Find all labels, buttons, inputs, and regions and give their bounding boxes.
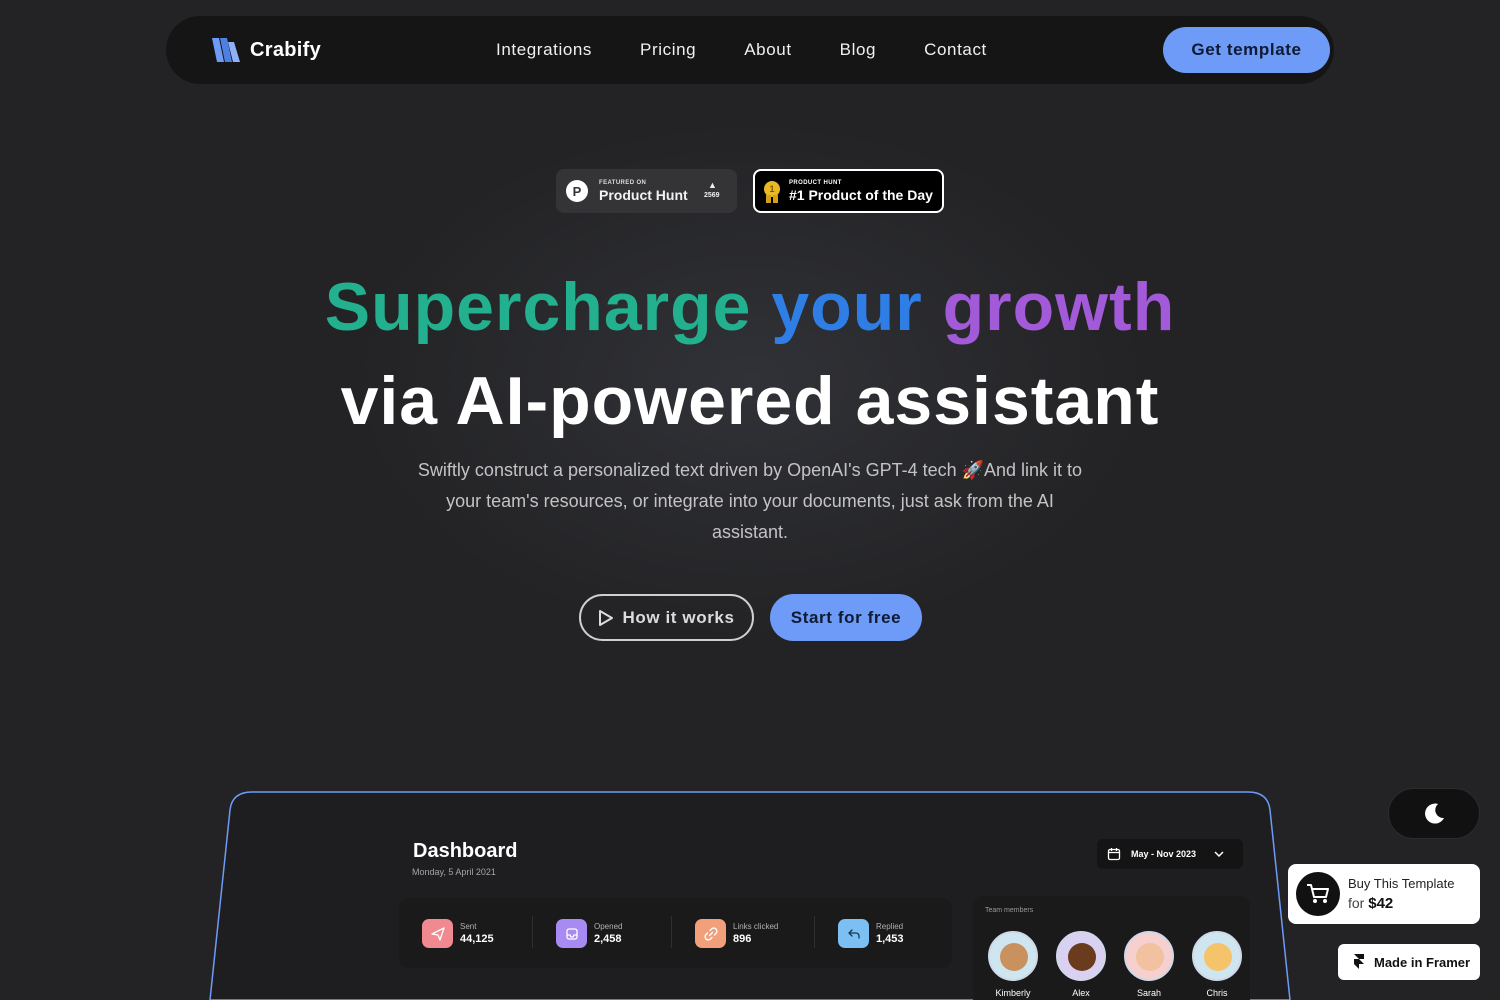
- dashboard-title: Dashboard: [413, 840, 518, 862]
- stat-divider: [532, 916, 533, 948]
- hero-subtitle: Swiftly construct a personalized text dr…: [417, 460, 1083, 542]
- stat-value: 1,453: [876, 933, 904, 945]
- ph-title: Product Hunt: [599, 187, 688, 203]
- ph-featured-label: FEATURED ON: [599, 180, 647, 186]
- team-members-title: Team members: [985, 907, 1034, 914]
- crabify-logo-icon: [212, 38, 240, 62]
- theme-toggle-button[interactable]: [1388, 788, 1480, 839]
- stat-sent: Sent 44,125: [422, 919, 494, 948]
- buy-template-label: Buy This Template: [1348, 876, 1455, 891]
- avatar: [1124, 931, 1174, 981]
- made-in-framer-badge[interactable]: Made in Framer: [1338, 944, 1480, 980]
- stat-opened: Opened 2,458: [556, 919, 622, 948]
- avatar: [1056, 931, 1106, 981]
- calendar-icon: [1107, 848, 1121, 861]
- nav-link-contact[interactable]: Contact: [924, 40, 987, 60]
- team-member[interactable]: Sarah: [1122, 931, 1176, 998]
- brand-logo[interactable]: Crabify: [210, 36, 321, 64]
- team-member[interactable]: Alex: [1054, 931, 1108, 998]
- play-icon: [599, 609, 614, 626]
- hero-headline-gradient: Supercharge your growth: [0, 268, 1500, 346]
- member-name: Alex: [1072, 988, 1090, 998]
- inbox-icon: [556, 919, 587, 948]
- buy-price: $42: [1368, 895, 1394, 912]
- product-of-day-badge[interactable]: 1 PRODUCT HUNT #1 Product of the Day: [753, 169, 944, 213]
- nav-links: Integrations Pricing About Blog Contact: [496, 40, 1035, 60]
- stat-label: Sent: [460, 922, 477, 931]
- team-member[interactable]: Chris: [1190, 931, 1244, 998]
- team-members-panel: Team members Kimberly Alex Sarah Chris: [973, 896, 1250, 1000]
- date-range-picker[interactable]: May - Nov 2023: [1097, 839, 1243, 869]
- brand-name: Crabify: [250, 38, 322, 61]
- send-icon: [422, 919, 453, 948]
- get-template-button[interactable]: Get template: [1163, 27, 1330, 73]
- stat-label: Opened: [594, 922, 623, 931]
- nav-link-integrations[interactable]: Integrations: [496, 40, 592, 60]
- pod-small-label: PRODUCT HUNT: [789, 180, 842, 186]
- chevron-down-icon: [1214, 851, 1224, 857]
- ph-vote-count: 2569: [704, 192, 720, 199]
- how-it-works-button[interactable]: How it works: [579, 594, 754, 641]
- nav-link-blog[interactable]: Blog: [840, 40, 876, 60]
- stat-label: Links clicked: [733, 922, 779, 931]
- how-it-works-label: How it works: [622, 607, 735, 627]
- product-hunt-icon: P: [566, 180, 588, 202]
- avatar: [988, 931, 1038, 981]
- pod-title: #1 Product of the Day: [789, 187, 933, 203]
- reply-icon: [838, 919, 869, 948]
- nav-link-about[interactable]: About: [744, 40, 791, 60]
- cart-icon: [1296, 872, 1340, 916]
- date-range-label: May - Nov 2023: [1131, 849, 1197, 859]
- stat-label: Replied: [876, 922, 904, 931]
- member-name: Chris: [1206, 988, 1228, 998]
- headline-word-1: Supercharge: [324, 269, 752, 345]
- stat-value: 2,458: [594, 933, 622, 945]
- hero-headline-line2: via AI-powered assistant: [340, 363, 1160, 439]
- start-for-free-button[interactable]: Start for free: [770, 594, 922, 641]
- stat-replied: Replied 1,453: [838, 919, 904, 948]
- stat-divider: [671, 916, 672, 948]
- stat-divider: [814, 916, 815, 948]
- upvote-icon: ▲: [708, 180, 717, 190]
- headline-word-2: your: [771, 269, 923, 345]
- moon-icon: [1425, 803, 1444, 824]
- stat-value: 44,125: [460, 933, 494, 945]
- buy-template-card[interactable]: Buy This Template for $42: [1288, 864, 1480, 924]
- nav-link-pricing[interactable]: Pricing: [640, 40, 696, 60]
- top-navbar: Crabify Integrations Pricing About Blog …: [166, 16, 1334, 84]
- avatar: [1192, 931, 1242, 981]
- made-in-framer-label: Made in Framer: [1374, 954, 1471, 970]
- team-member[interactable]: Kimberly: [986, 931, 1040, 998]
- stat-value: 896: [733, 933, 752, 945]
- buy-for-label: for: [1348, 895, 1365, 911]
- product-hunt-badge[interactable]: P FEATURED ON Product Hunt ▲ 2569: [556, 169, 737, 213]
- stats-panel: Sent 44,125 Opened 2,458 Links clicked 8…: [399, 898, 952, 968]
- link-icon: [695, 919, 726, 948]
- member-name: Sarah: [1136, 988, 1162, 998]
- headline-word-3: growth: [942, 269, 1176, 345]
- buy-price-line: for $42: [1348, 895, 1393, 912]
- medal-ribbon: [766, 195, 778, 203]
- dashboard-date: Monday, 5 April 2021: [412, 867, 496, 877]
- stat-links-clicked: Links clicked 896: [695, 919, 778, 948]
- framer-icon: [1354, 954, 1364, 969]
- member-name: Kimberly: [995, 988, 1031, 998]
